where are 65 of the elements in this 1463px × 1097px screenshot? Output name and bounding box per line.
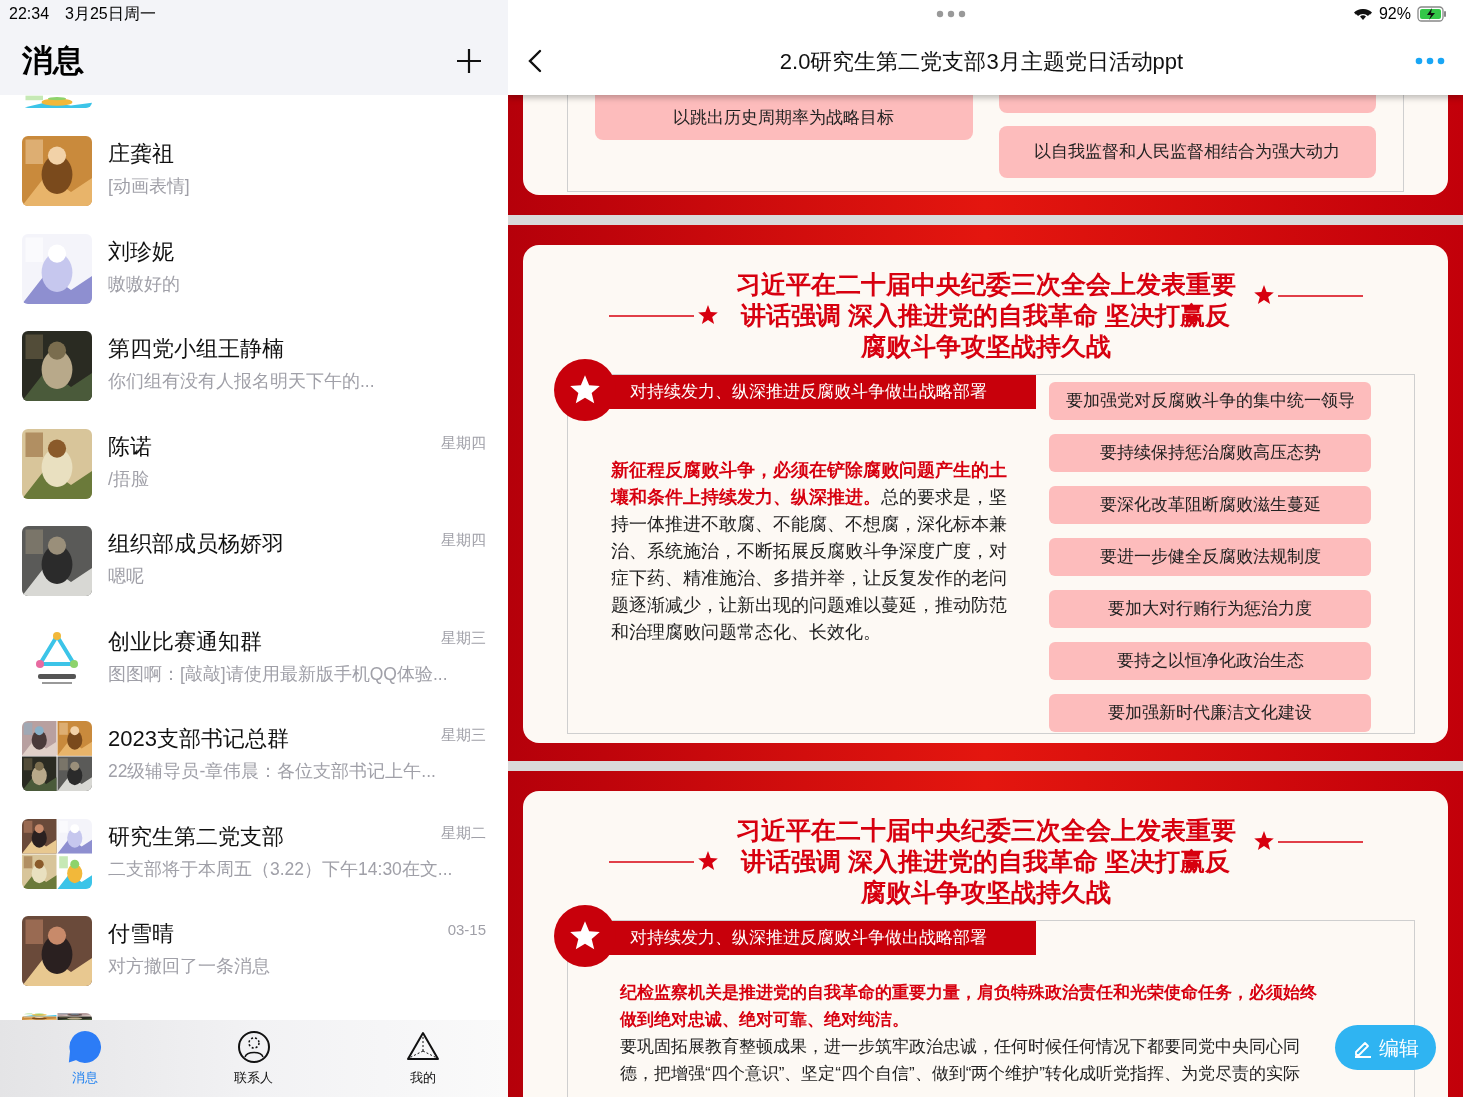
chat-item[interactable]: 第四党小组王静楠 你们组有没有人报名明天下午的...	[0, 317, 508, 415]
point-card: 要持续保持惩治腐败高压态势	[1049, 434, 1371, 472]
star-ornament-icon	[1252, 830, 1363, 853]
tab[interactable]: 我的	[378, 1030, 469, 1088]
message-preview: 图图啊：[敲敲]请使用最新版手机QQ体验...	[108, 662, 449, 686]
message-time: 星期三	[441, 725, 486, 745]
contact-name: 第四党小组王静楠	[108, 335, 284, 363]
battery-charging-icon	[1417, 5, 1447, 22]
slide-lead: 纪检监察机关是推进党的自我革命的重要力量，肩负特殊政治责任和光荣使命任务，必须始终做到绝对忠诚、绝对可靠、绝对纯洁。	[620, 982, 1318, 1031]
message-time: 星期四	[441, 432, 486, 453]
contact-name: 创业比赛通知群	[108, 627, 262, 656]
star-ornament-icon	[1252, 284, 1363, 307]
message-preview: [动画表情]	[108, 175, 191, 198]
slide-paragraph: 要巩固拓展教育整顿成果，进一步筑牢政治忠诚，任何时候任何情况下都要同党中央同心同德，把增强“四个意识”、坚定“四个自信”、做到“两个维护”转化成听党指挥、为党尽责的实际	[620, 1036, 1301, 1085]
point-card: 要加强党对反腐败斗争的集中统一领导	[1049, 382, 1371, 420]
contact-name: 庄龚祖	[108, 140, 174, 168]
message-preview: 嗷嗷好的	[108, 272, 181, 296]
chat-item[interactable]: 陈诺 星期四 /捂脸	[0, 414, 508, 512]
tab[interactable]: 联系人	[209, 1030, 299, 1088]
message-time: 星期四	[441, 530, 486, 550]
star-ornament-icon	[608, 850, 719, 873]
message-time: 星期二	[441, 822, 486, 843]
chat-item[interactable]: 创业比赛通知群 星期三 图图啊：[敲敲]请使用最新版手机QQ体验...	[0, 609, 508, 707]
message-preview: 22级辅导员-章伟晨：各位支部书记上午...	[108, 760, 437, 783]
chat-item[interactable]: 组织部成员杨娇羽 星期四 嗯呢	[0, 512, 508, 610]
wifi-icon	[1352, 6, 1373, 21]
status-time: 22:34	[9, 3, 50, 24]
point-card: 要进一步健全反腐败法规制度	[1049, 538, 1371, 576]
page-title: 消息	[22, 41, 84, 80]
message-preview: 嗯呢	[108, 565, 145, 588]
contact-name: 陈诺	[108, 432, 152, 461]
chat-item[interactable]: 2023支部书记总群 星期三 22级辅导员-章伟晨：各位支部书记上午...	[0, 707, 508, 805]
message-preview: /捂脸	[108, 467, 150, 491]
point-card: 要深化改革阻断腐败滋生蔓延	[1049, 486, 1371, 524]
point-card: 要加强新时代廉洁文化建设	[1049, 694, 1371, 732]
chat-bubble-icon	[67, 1030, 102, 1064]
slide-title: 习近平在二十届中央纪委三次全会上发表重要讲话强调 深入推进党的自我革命 坚决打赢反腐败斗争攻坚战持久战	[734, 815, 1237, 908]
message-preview: 对方撤回了一条消息	[108, 955, 271, 978]
document-title: 2.0研究生第二党支部3月主题党日活动ppt	[779, 47, 1184, 76]
chat-item[interactable]: 付雪晴 03-15 对方撤回了一条消息	[0, 902, 508, 1000]
status-date: 3月25日周一	[65, 3, 156, 24]
point-card: 要持之以恒净化政治生态	[1049, 642, 1371, 680]
battery-percent: 92%	[1378, 3, 1411, 24]
slide-paragraph: 新征程反腐败斗争，必须在铲除腐败问题产生的土壤和条件上持续发力、纵深推进。总的要求是，坚持一体推进不敢腐、不能腐、不想腐，深化标本兼治、系统施治，不断拓展反腐败斗争深度广度，对症下药、精准施治、多措并举，让反复发作的老问题逐渐减少，让新出现的问题难以蔓延，推动防范和治理腐败问题常态化、长效化。	[611, 459, 1008, 644]
add-button[interactable]	[456, 48, 482, 74]
slide-title: 习近平在二十届中央纪委三次全会上发表重要讲话强调 深入推进党的自我革命 坚决打赢反腐败斗争攻坚战持久战	[734, 269, 1237, 362]
more-button[interactable]	[1415, 56, 1445, 66]
chat-item[interactable]: 庄龚祖 [动画表情]	[0, 122, 508, 220]
contact-name: 研究生第二党支部	[108, 822, 284, 851]
person-icon	[237, 1030, 271, 1064]
contact-name: 付雪晴	[108, 920, 174, 948]
contact-name: 组织部成员杨娇羽	[108, 530, 284, 558]
message-preview: 二支部将于本周五（3.22）下午14:30在文...	[108, 857, 454, 881]
contact-name: 2023支部书记总群	[108, 725, 289, 753]
multitask-icon[interactable]	[936, 9, 966, 18]
message-time: 星期三	[441, 627, 486, 648]
point-card: 以自我监督和人民监督相结合为强大动力	[998, 126, 1376, 178]
star-ornament-icon	[608, 304, 719, 327]
message-preview: 你们组有没有人报名明天下午的...	[108, 370, 376, 393]
chat-item[interactable]: 刘珍妮 嗷嗷好的	[0, 219, 508, 317]
point-card: 要加大对行贿行为惩治力度	[1049, 590, 1371, 628]
point-card: 以跳出历史周期率为战略目标	[595, 95, 973, 140]
message-time: 03-15	[447, 920, 486, 940]
contact-name: 刘珍妮	[108, 237, 174, 266]
chat-item[interactable]: 研究生第二党支部 星期二 二支部将于本周五（3.22）下午14:30在文...	[0, 804, 508, 902]
